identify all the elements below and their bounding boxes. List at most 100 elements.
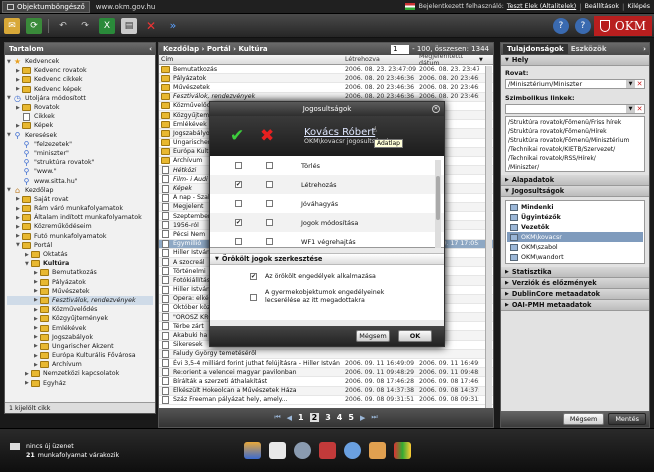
tree-item[interactable]: ▼ ◷ Utoljára módosított <box>7 94 153 103</box>
tree-item[interactable]: ▶ Nemzetközi kapcsolatok <box>7 369 153 378</box>
table-row[interactable]: Re:orient a velencei magyar pavilonban 20… <box>159 368 493 378</box>
tree-item[interactable]: ▶ Rám váró munkafolyamatok <box>7 204 153 213</box>
tree-item[interactable]: ▶ Fesztiválok, rendezvények <box>7 295 153 306</box>
allow-checkbox[interactable] <box>235 238 242 245</box>
tree-item[interactable]: ▶ Archívum <box>7 360 153 369</box>
deny-checkbox[interactable] <box>266 181 273 188</box>
symbolic-link[interactable]: /Struktúra rovatok/Főmenü/Minisztérium <box>508 137 642 146</box>
search-magnifier-icon[interactable] <box>344 442 361 459</box>
tree-item[interactable]: ⚲ "www." <box>7 167 153 176</box>
tree-item[interactable]: ▼ ⌂ Kezdőlap <box>7 186 153 195</box>
table-row[interactable]: Elkészült Hokeolcan a Művészetek Háza 200… <box>159 386 493 396</box>
dialog-cancel-button[interactable]: Mégsem <box>356 330 390 342</box>
list-scrollbar[interactable] <box>485 66 492 408</box>
redo-icon[interactable]: ↷ <box>77 18 93 34</box>
settings-gear-icon[interactable] <box>294 442 311 459</box>
collapse-icon[interactable]: ‹ <box>149 45 152 53</box>
table-row[interactable]: Bírálták a szerzeti áthalakítást 2006. 09… <box>159 377 493 387</box>
collapsed-section[interactable]: ▶ Statisztika <box>501 267 649 278</box>
page-start-input[interactable]: 1 <box>391 44 410 54</box>
breadcrumb[interactable]: Kezdőlap › Portál › Kultúra <box>163 45 268 53</box>
users-icon[interactable] <box>369 442 386 459</box>
symbolic-link[interactable]: /Technikai rovatok/KIETB/Szervezet/ <box>508 146 642 155</box>
symbolic-link-input[interactable]: ▼ ✕ <box>505 104 645 114</box>
documents-icon[interactable] <box>269 442 286 459</box>
tools-icon[interactable] <box>319 442 336 459</box>
table-row[interactable]: Művészetek 2006. 08. 20 23:46:36 2006. 08.… <box>159 83 493 93</box>
tree-item[interactable]: ⚲ "felzezetek" <box>7 140 153 149</box>
allow-checkbox[interactable]: ✔ <box>235 181 242 188</box>
section-basic-data[interactable]: ▶ Alapadatok <box>501 175 649 186</box>
permission-group[interactable]: OKM\wandort <box>507 252 643 262</box>
page-2[interactable]: 2 <box>309 413 320 422</box>
symbolic-link[interactable]: /Technikai rovatok/RSS/Hírek/ <box>508 155 642 164</box>
permission-group[interactable]: Ügyintézők <box>507 212 643 222</box>
page-5[interactable]: 5 <box>348 413 354 422</box>
link-remove-icon[interactable]: ✕ <box>635 105 644 113</box>
collapsed-section[interactable]: ▶ OAI-PMH metaadatok <box>501 300 649 311</box>
tree-item[interactable]: ▶ Kedvenc képek <box>7 85 153 94</box>
tree-item[interactable]: ⚲ "miniszter" <box>7 149 153 158</box>
tree-item[interactable]: ▶ Kedvenc cikkek <box>7 75 153 84</box>
permission-group[interactable]: Vezetők <box>507 222 643 232</box>
tree-item[interactable]: Cikkek <box>7 112 153 121</box>
settings-link[interactable]: Beállítások <box>585 3 619 10</box>
table-row[interactable]: Faludy György temetéséről <box>159 349 493 359</box>
tree-item[interactable]: ▶ Közművelődés <box>7 305 153 314</box>
help-icon[interactable]: ? <box>552 17 569 34</box>
inherit-apply-checkbox[interactable]: ✔ <box>250 272 257 280</box>
tree-item[interactable]: ▶ Művészetek <box>7 287 153 296</box>
symbolic-link[interactable]: /Struktúra rovatok/Főmenü/Friss hírek <box>508 119 642 128</box>
tree-item[interactable]: ▼ Kultúra <box>7 259 153 268</box>
tree-item[interactable]: ▶ Kedvenc rovatok <box>7 66 153 75</box>
delete-icon[interactable]: ✕ <box>143 18 159 34</box>
permission-group[interactable]: OKM\kovacsr <box>507 232 643 242</box>
page-1[interactable]: 1 <box>298 413 304 422</box>
link-dropdown-icon[interactable]: ▼ <box>626 105 635 113</box>
info-icon[interactable]: ? <box>574 17 591 34</box>
excel-export-icon[interactable]: X <box>99 17 115 34</box>
next-page-icon[interactable]: ▶ <box>360 414 365 422</box>
tree-item[interactable]: ▶ Futó munkafolyamatok <box>7 232 153 241</box>
table-row[interactable]: Bemutatkozás 2006. 08. 23. 23:47:09 2006. … <box>159 65 493 75</box>
allow-checkbox[interactable] <box>235 200 242 207</box>
symbolic-link[interactable]: /Miniszter/ <box>508 164 642 171</box>
section-location[interactable]: ▼ Hely <box>501 55 649 66</box>
permission-group[interactable]: OKM\szabol <box>507 242 643 252</box>
tree-item[interactable]: ▶ Rovatok <box>7 103 153 112</box>
last-page-icon[interactable]: ⏭ <box>371 413 377 422</box>
col-title[interactable]: Cím <box>159 56 345 63</box>
section-permissions[interactable]: ▼ Jogosultságok <box>501 186 649 197</box>
inherited-section-header[interactable]: ▼ Örökölt jogok szerkesztése <box>210 253 444 265</box>
tab-properties[interactable]: Tulajdonságok <box>503 44 568 54</box>
cancel-button[interactable]: Mégsem <box>562 413 605 425</box>
tab-contents[interactable]: Tartalom <box>9 45 44 53</box>
logout-link[interactable]: Kilépés <box>627 3 650 10</box>
rovat-remove-icon[interactable]: ✕ <box>635 80 644 88</box>
deny-checkbox[interactable] <box>266 238 273 245</box>
refresh-icon[interactable]: ⟳ <box>26 17 42 34</box>
print-icon[interactable]: ▤ <box>121 17 137 34</box>
tree-item[interactable]: ▶ Saját rovat <box>7 195 153 204</box>
deny-checkbox[interactable] <box>266 162 273 169</box>
tree-item[interactable]: ▶ Képek <box>7 121 153 130</box>
workflow-status[interactable]: munkafolyamat várakozik <box>38 452 119 459</box>
undo-icon[interactable]: ↶ <box>55 18 71 34</box>
rovat-field[interactable]: /Minisztérium/Miniszter ▼ ✕ <box>505 79 645 89</box>
tree-item[interactable]: ▶ Közgyűjtemények <box>7 314 153 323</box>
library-icon[interactable] <box>244 442 261 459</box>
col-created[interactable]: Létrehozva <box>345 56 419 63</box>
message-status[interactable]: nincs új üzenet <box>26 443 74 450</box>
tree-item[interactable]: ⚲ www.sitta.hu" <box>7 176 153 186</box>
dialog-ok-button[interactable]: OK <box>398 330 432 342</box>
tree-item[interactable]: ▶ Ungarischer Akzent <box>7 342 153 351</box>
page-4[interactable]: 4 <box>337 413 343 422</box>
tree-item[interactable]: ▶ Európa Kulturális Fővárosa <box>7 351 153 360</box>
deny-checkbox[interactable] <box>266 200 273 207</box>
tree-item[interactable]: ▶ Bemutatkozás <box>7 268 153 277</box>
puzzle-icon[interactable] <box>394 442 411 459</box>
first-page-icon[interactable]: ⏮ <box>274 413 280 422</box>
user-link[interactable]: Teszt Elek (Altalitelek) <box>507 3 576 10</box>
tree-item[interactable]: ▼ Portál <box>7 241 153 250</box>
tree-item[interactable]: ▼ ★ Kedvencek <box>7 57 153 66</box>
